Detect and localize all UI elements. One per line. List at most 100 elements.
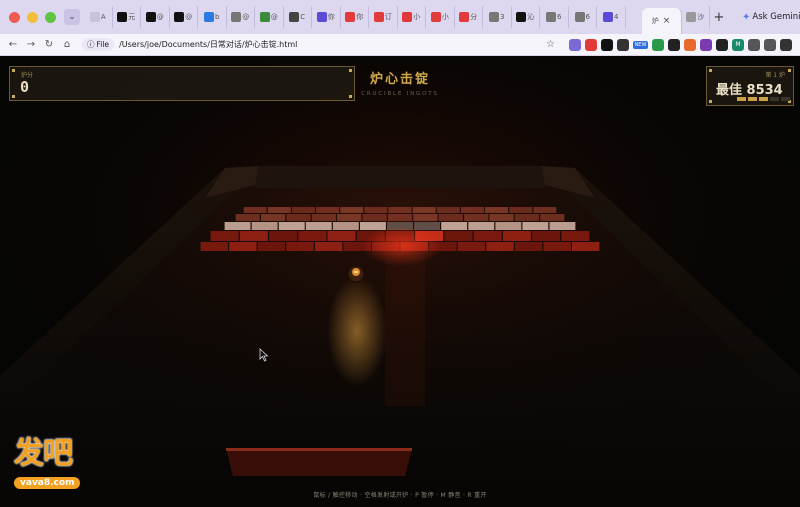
game-scene — [0, 56, 800, 507]
best-panel: 第 1 炉 最佳 8534 — [706, 66, 794, 106]
brick — [340, 207, 364, 213]
browser-tab[interactable]: @ — [170, 6, 198, 28]
brick — [337, 214, 362, 221]
browser-tab[interactable]: 你 — [341, 6, 369, 28]
globe-icon — [686, 12, 697, 22]
wave-icon — [316, 12, 327, 22]
browser-tab[interactable]: 6 — [540, 6, 569, 28]
green-ext-icon[interactable] — [651, 38, 664, 51]
red-ext-icon[interactable] — [584, 38, 597, 51]
globe-icon — [574, 12, 585, 22]
browser-tab[interactable]: 你 — [312, 6, 341, 28]
bookmark-star-icon[interactable]: ☆ — [546, 39, 555, 50]
brick — [332, 222, 359, 230]
brick — [261, 214, 286, 221]
brick — [441, 222, 468, 230]
browser-tab[interactable]: C — [284, 6, 312, 28]
brick — [473, 231, 502, 241]
purple-ext-icon[interactable] — [699, 38, 712, 51]
browser-tab[interactable]: @ — [227, 6, 255, 28]
browser-tab[interactable]: 3 — [483, 6, 512, 28]
tab-title: 小 — [413, 13, 421, 21]
reload-icon[interactable]: ↻ — [40, 39, 58, 50]
level-label: 第 1 炉 — [765, 72, 785, 79]
ask-gemini-button[interactable]: ✦ Ask Gemini — [742, 8, 800, 26]
play-ext-icon[interactable] — [600, 38, 613, 51]
brick — [572, 242, 600, 251]
new-ext-badge[interactable]: NEW — [632, 40, 648, 49]
brick — [316, 207, 340, 213]
browser-tab[interactable]: A — [84, 6, 113, 28]
shield-ext-icon[interactable] — [568, 38, 581, 51]
tab-active[interactable]: 炉 × — [641, 8, 682, 34]
puzzle-ext-icon[interactable] — [747, 38, 760, 51]
brick — [522, 222, 549, 230]
brick — [495, 222, 522, 230]
store-ext-icon[interactable] — [616, 38, 629, 51]
tab-title: 沁 — [527, 13, 535, 21]
browser-tab[interactable]: 沁 — [512, 6, 540, 28]
brick — [362, 214, 387, 221]
tab-title: @ — [185, 13, 193, 21]
tab-close-icon[interactable]: × — [663, 16, 671, 26]
brick — [311, 214, 336, 221]
new-tab-button[interactable]: + — [710, 10, 728, 25]
brick — [461, 207, 484, 213]
browser-tab[interactable]: 元 — [113, 6, 141, 28]
dark-ext-icon[interactable] — [715, 38, 728, 51]
brick — [457, 242, 486, 251]
brick — [514, 242, 543, 251]
orange-ext-icon[interactable] — [683, 38, 696, 51]
browser-tab[interactable]: 6 — [569, 6, 597, 28]
sidebar-ext-icon[interactable] — [763, 38, 776, 51]
minimize-window-button[interactable] — [27, 11, 38, 23]
tab-trailing[interactable]: 沙 — [682, 6, 710, 28]
browser-tab[interactable]: 订 — [369, 6, 398, 28]
corner-ornament — [12, 95, 15, 98]
watermark-url: vava8.com — [14, 477, 81, 489]
browser-tab[interactable]: 小 — [398, 6, 426, 28]
page-icon — [89, 12, 100, 22]
watermark-logo: 发吧 vava8.com — [14, 438, 98, 493]
brick — [532, 231, 561, 241]
threads-icon — [174, 12, 185, 22]
brick — [200, 242, 228, 251]
browser-tab[interactable]: b — [198, 6, 227, 28]
controls-hint: 鼠标 / 触控移动 · 空格发射或开炉 · P 暂停 · M 静音 · R 重开 — [313, 492, 487, 499]
brick — [278, 222, 305, 230]
paddle[interactable] — [226, 448, 412, 476]
tab-search-dropdown[interactable]: ⌄ — [64, 9, 80, 25]
tab-title: 分 — [470, 13, 478, 21]
browser-tab[interactable]: 小 — [426, 6, 455, 28]
brick — [412, 207, 436, 213]
back-arrow-icon[interactable]: ← — [4, 39, 22, 50]
browser-tab-bar: ⌄ A 元 @ @ b @ @ C 你 你 订 小 小 分 3 沁 6 6 4 炉 × 沙 + ✦ Ask Gemi… — [0, 0, 800, 34]
browser-tab[interactable]: @ — [141, 6, 170, 28]
paddle-edge — [226, 448, 412, 451]
purple-icon — [603, 12, 614, 22]
tab-title: 小 — [441, 13, 449, 21]
maximize-window-button[interactable] — [45, 11, 56, 23]
site-info-chip[interactable]: ⓘ File — [82, 38, 115, 51]
game-viewport[interactable]: 炉分 0 炉心击锭 CRUCIBLE INGOTS 第 1 炉 最佳 8534 … — [0, 56, 800, 507]
browser-tab[interactable]: @ — [255, 6, 284, 28]
close-window-button[interactable] — [9, 11, 20, 23]
gemini-sparkle-icon: ✦ — [742, 11, 751, 23]
game-subtitle: CRUCIBLE INGOTS — [361, 91, 439, 97]
browser-tab[interactable]: 4 — [597, 6, 626, 28]
brick — [286, 242, 314, 251]
forward-arrow-icon[interactable]: → — [22, 39, 40, 50]
avatar-ext-icon[interactable] — [779, 38, 792, 51]
ask-gemini-label: Ask Gemini — [752, 12, 800, 22]
corner-ornament — [709, 100, 712, 103]
brick — [561, 231, 590, 241]
brick — [243, 207, 267, 213]
chat-ext-icon[interactable] — [667, 38, 680, 51]
brick — [486, 242, 514, 251]
home-icon[interactable]: ⌂ — [58, 39, 76, 50]
x-icon — [117, 12, 128, 22]
red-icon — [459, 12, 470, 22]
omnibox[interactable]: ⓘ File /Users/joe/Documents/日常对话/炉心击锭.ht… — [82, 37, 452, 53]
browser-tab[interactable]: 分 — [455, 6, 483, 28]
m-ext-icon[interactable]: M — [731, 38, 744, 51]
